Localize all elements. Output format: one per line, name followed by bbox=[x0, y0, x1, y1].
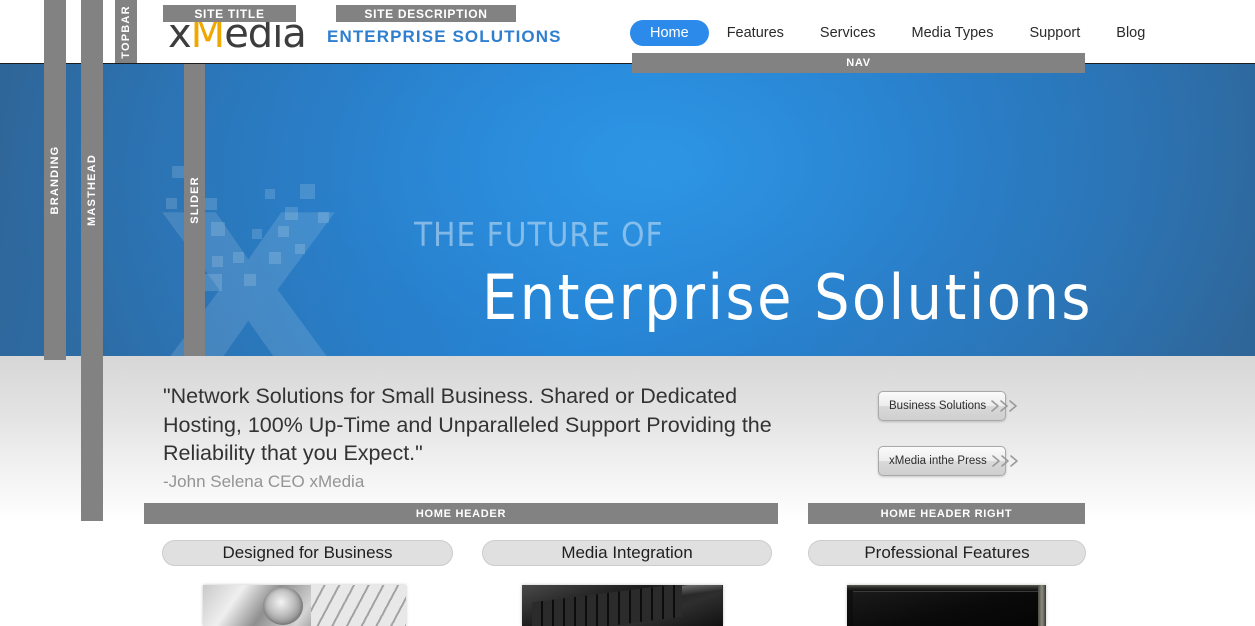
nav-item-services[interactable]: Services bbox=[802, 21, 894, 45]
phone-navigation-knob bbox=[263, 587, 303, 625]
monitor-display-photo[interactable] bbox=[847, 585, 1046, 626]
hero-eyebrow: THE FUTURE OF bbox=[414, 215, 664, 254]
page-root: x THE FUTURE OF Enterprise Solutions "Ne… bbox=[0, 0, 1255, 626]
laptop-keyboard-keys bbox=[532, 585, 682, 626]
site-description: ENTERPRISE SOLUTIONS bbox=[327, 27, 562, 46]
triple-chevron-right-icon bbox=[991, 453, 1021, 469]
annotation-bar-masthead: MASTHEAD bbox=[81, 0, 103, 521]
annotation-bar-home-header-right: HOME HEADER RIGHT bbox=[808, 503, 1085, 524]
smartphone-keypad-photo[interactable] bbox=[203, 585, 406, 626]
triple-chevron-right-icon bbox=[990, 398, 1020, 414]
business-solutions-button-label: Business Solutions bbox=[889, 400, 987, 412]
feature-pill-professional-features[interactable]: Professional Features bbox=[808, 540, 1086, 566]
annotation-bar-branding: BRANDING bbox=[44, 0, 66, 360]
nav-item-home[interactable]: Home bbox=[630, 20, 709, 46]
monitor-bezel bbox=[1038, 585, 1046, 626]
laptop-keyboard-photo[interactable] bbox=[522, 585, 723, 626]
annotation-bar-slider: SLIDER bbox=[184, 64, 205, 356]
feature-pill-designed-for-business[interactable]: Designed for Business bbox=[162, 540, 453, 566]
phone-keypad-keys bbox=[311, 585, 406, 626]
annotation-label-branding: BRANDING bbox=[49, 145, 61, 215]
nav-item-media-types[interactable]: Media Types bbox=[894, 21, 1012, 45]
home-quote-text: "Network Solutions for Small Business. S… bbox=[163, 384, 772, 465]
nav-item-features[interactable]: Features bbox=[709, 21, 802, 45]
monitor-screen bbox=[853, 591, 1038, 626]
hero-headline: Enterprise Solutions bbox=[482, 261, 1093, 334]
annotation-label-topbar: TOPBAR bbox=[120, 5, 132, 59]
xmedia-in-the-press-button-label: xMedia inthe Press bbox=[889, 455, 987, 467]
nav-item-blog[interactable]: Blog bbox=[1098, 21, 1163, 45]
nav-item-support[interactable]: Support bbox=[1011, 21, 1098, 45]
annotation-label-slider: SLIDER bbox=[188, 176, 201, 224]
business-solutions-button[interactable]: Business Solutions bbox=[878, 391, 1017, 421]
annotation-bar-home-header: HOME HEADER bbox=[144, 503, 778, 524]
annotation-bar-site-title: SITE TITLE bbox=[163, 5, 296, 22]
annotation-label-masthead: MASTHEAD bbox=[86, 154, 98, 226]
feature-pill-media-integration[interactable]: Media Integration bbox=[482, 540, 772, 566]
main-navigation: Home Features Services Media Types Suppo… bbox=[630, 20, 1163, 46]
xmedia-in-the-press-button[interactable]: xMedia inthe Press bbox=[878, 446, 1018, 476]
annotation-bar-site-description: SITE DESCRIPTION bbox=[336, 5, 516, 22]
annotation-bar-topbar: TOPBAR bbox=[115, 0, 137, 63]
home-quote-attribution: -John Selena CEO xMedia bbox=[163, 472, 365, 491]
annotation-bar-nav: NAV bbox=[632, 53, 1085, 73]
